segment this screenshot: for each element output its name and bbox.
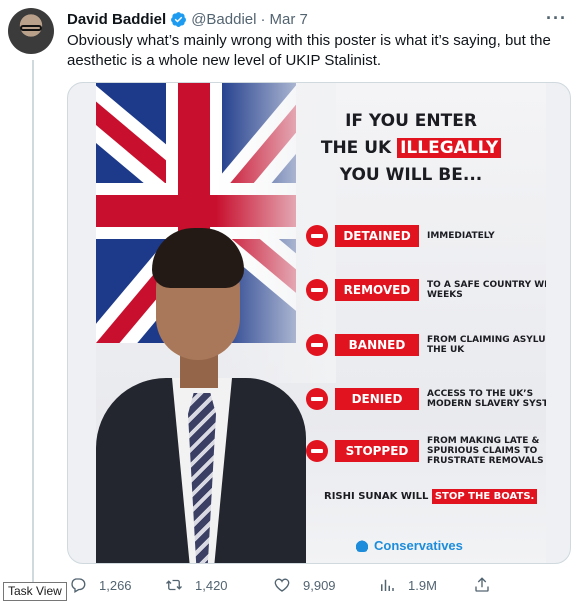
author-handle[interactable]: @Baddiel xyxy=(191,11,256,28)
thread-line xyxy=(32,60,34,590)
share-icon xyxy=(475,577,489,592)
politician-photo xyxy=(96,228,306,563)
headline-highlight: ILLEGALLY xyxy=(397,138,502,158)
views-button[interactable]: 1.9M xyxy=(378,576,437,594)
poster-headline: IF YOU ENTER THE UK ILLEGALLY YOU WILL B… xyxy=(286,108,536,189)
poster-item-desc: IMMEDIATELY xyxy=(427,231,495,241)
tweet-media[interactable]: IF YOU ENTER THE UK ILLEGALLY YOU WILL B… xyxy=(67,82,571,564)
poster-item-desc: ACCESS TO THE UK’S MODERN SLAVERY SYSTEM xyxy=(427,389,546,409)
tweet-text: Obviously what’s mainly wrong with this … xyxy=(67,32,551,69)
views-count: 1.9M xyxy=(408,577,437,593)
minus-circle-icon xyxy=(306,388,328,410)
retweet-icon xyxy=(166,579,182,591)
more-options-icon[interactable]: ··· xyxy=(546,8,567,29)
headline-line-3: YOU WILL BE... xyxy=(339,165,483,185)
poster-item-label: DETAINED xyxy=(335,225,419,247)
share-button[interactable] xyxy=(473,576,503,594)
oak-tree-icon xyxy=(354,539,370,552)
tweet-date[interactable]: Mar 7 xyxy=(269,11,307,28)
reply-icon xyxy=(71,578,86,593)
poster-footer-highlight: STOP THE BOATS. xyxy=(431,489,538,504)
poster-item: BANNED FROM CLAIMING ASYLUM IN THE UK xyxy=(306,332,546,358)
avatar[interactable] xyxy=(8,8,54,54)
poster-item-desc: FROM MAKING LATE & SPURIOUS CLAIMS TO FR… xyxy=(427,436,544,466)
poster-item: DENIED ACCESS TO THE UK’S MODERN SLAVERY… xyxy=(306,386,546,412)
minus-circle-icon xyxy=(306,225,328,247)
retweet-button[interactable]: 1,420 xyxy=(165,576,228,594)
avatar-glasses xyxy=(20,25,42,31)
author-name[interactable]: David Baddiel xyxy=(67,11,166,28)
minus-circle-icon xyxy=(306,279,328,301)
poster-footer: RISHI SUNAK WILL STOP THE BOATS. xyxy=(324,489,538,504)
reply-button[interactable]: 1,266 xyxy=(69,576,132,594)
poster-item: STOPPED FROM MAKING LATE & SPURIOUS CLAI… xyxy=(306,436,546,466)
like-count: 9,909 xyxy=(303,577,336,593)
tweet-actions: 1,266 1,420 9,909 1.9M xyxy=(67,574,507,596)
task-view-tooltip: Task View xyxy=(3,582,67,601)
poster-item-label: STOPPED xyxy=(335,440,419,462)
tweet-header: David Baddiel @Baddiel · Mar 7 xyxy=(67,9,308,29)
poster-footer-prefix: RISHI SUNAK WILL xyxy=(324,491,429,502)
poster-item-label: BANNED xyxy=(335,334,419,356)
poster-item-desc: FROM CLAIMING ASYLUM IN THE UK xyxy=(427,335,546,355)
retweet-count: 1,420 xyxy=(195,577,228,593)
headline-line-2-prefix: THE UK xyxy=(320,138,392,158)
poster-image: IF YOU ENTER THE UK ILLEGALLY YOU WILL B… xyxy=(96,83,546,563)
separator-dot: · xyxy=(260,10,266,28)
heart-icon xyxy=(274,578,290,592)
poster-item-label: REMOVED xyxy=(335,279,419,301)
poster-item: REMOVED TO A SAFE COUNTRY WITHIN WEEKS xyxy=(306,277,546,303)
minus-circle-icon xyxy=(306,440,328,462)
views-chart-icon xyxy=(381,579,394,591)
party-logo: Conservatives xyxy=(354,538,463,553)
like-button[interactable]: 9,909 xyxy=(273,576,336,594)
poster-item: DETAINED IMMEDIATELY xyxy=(306,223,546,249)
party-name: Conservatives xyxy=(374,538,463,553)
headline-line-2: THE UK ILLEGALLY xyxy=(286,135,536,162)
poster-item-desc: TO A SAFE COUNTRY WITHIN WEEKS xyxy=(427,280,546,300)
verified-badge-icon xyxy=(171,11,187,27)
minus-circle-icon xyxy=(306,334,328,356)
reply-count: 1,266 xyxy=(99,577,132,593)
headline-line-1: IF YOU ENTER xyxy=(345,111,477,131)
poster-item-label: DENIED xyxy=(335,388,419,410)
